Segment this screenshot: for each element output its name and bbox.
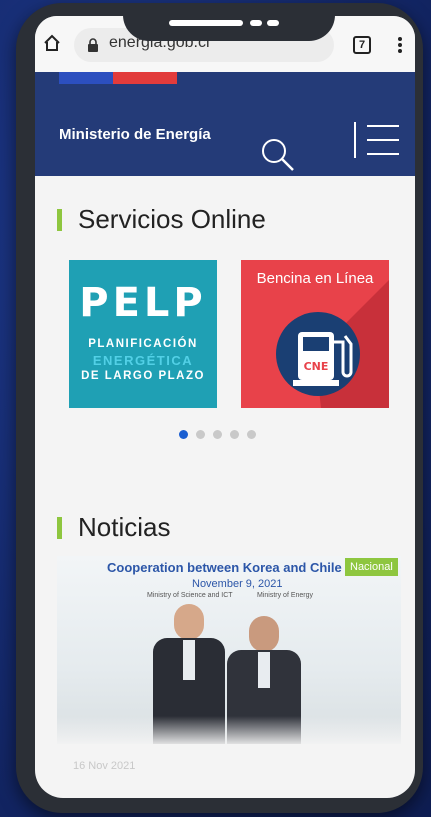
category-badge: Nacional — [345, 558, 398, 576]
tabs-counter-icon[interactable]: 7 — [353, 36, 371, 54]
notch-dot — [250, 20, 262, 26]
carousel-dot[interactable] — [213, 430, 222, 439]
news-image-headline: Cooperation between Korea and Chile — [107, 560, 342, 575]
heading-accent-bar — [57, 516, 62, 539]
cne-logo: CNE — [304, 360, 329, 373]
pelp-subtitle-line: PLANIFICACIÓN — [88, 338, 198, 350]
news-image-ministry-left: Ministry of Science and ICT — [147, 592, 233, 599]
search-icon[interactable] — [259, 136, 297, 174]
services-heading: Servicios Online — [57, 204, 266, 235]
flag-stripe-red — [113, 72, 177, 84]
site-title[interactable]: Ministerio de Energía — [59, 126, 211, 143]
news-date: 16 Nov 2021 — [73, 760, 136, 772]
pelp-subtitle-line: DE LARGO PLAZO — [81, 370, 205, 382]
home-icon[interactable] — [43, 34, 61, 52]
phone-notch — [123, 3, 335, 41]
pelp-subtitle-line: ENERGÉTICA — [92, 353, 194, 368]
bencina-label: Bencina en Línea — [256, 270, 374, 287]
site-header: Ministerio de Energía — [35, 72, 415, 176]
carousel-dot[interactable] — [247, 430, 256, 439]
carousel-dot[interactable] — [179, 430, 188, 439]
news-title: Noticias — [78, 512, 171, 542]
notch-bar — [169, 20, 243, 26]
lock-icon — [88, 38, 98, 52]
carousel-dot[interactable] — [196, 430, 205, 439]
flag-stripe-blue — [59, 72, 113, 84]
news-image-date: November 9, 2021 — [192, 578, 283, 590]
more-vert-icon[interactable] — [397, 36, 403, 54]
news-heading: Noticias — [57, 512, 170, 543]
services-title: Servicios Online — [78, 204, 266, 234]
news-card[interactable]: Cooperation between Korea and Chile Nove… — [57, 556, 401, 744]
notch-dot — [267, 20, 279, 26]
heading-accent-bar — [57, 208, 62, 231]
service-card-bencina[interactable]: Bencina en Línea CNE — [241, 260, 389, 408]
news-image-ministry-right: Ministry of Energy — [257, 592, 314, 599]
hamburger-menu-icon[interactable] — [353, 120, 403, 160]
phone-screen: energia.gob.cl 7 Ministerio de Energía S… — [35, 16, 415, 798]
service-card-pelp[interactable]: PELP PLANIFICACIÓN ENERGÉTICA DE LARGO P… — [69, 260, 217, 408]
carousel-dot[interactable] — [230, 430, 239, 439]
image-fade — [57, 716, 401, 744]
carousel-indicator — [179, 430, 256, 439]
pelp-logo: PELP — [79, 280, 207, 326]
fuel-pump-icon: CNE — [276, 312, 360, 396]
